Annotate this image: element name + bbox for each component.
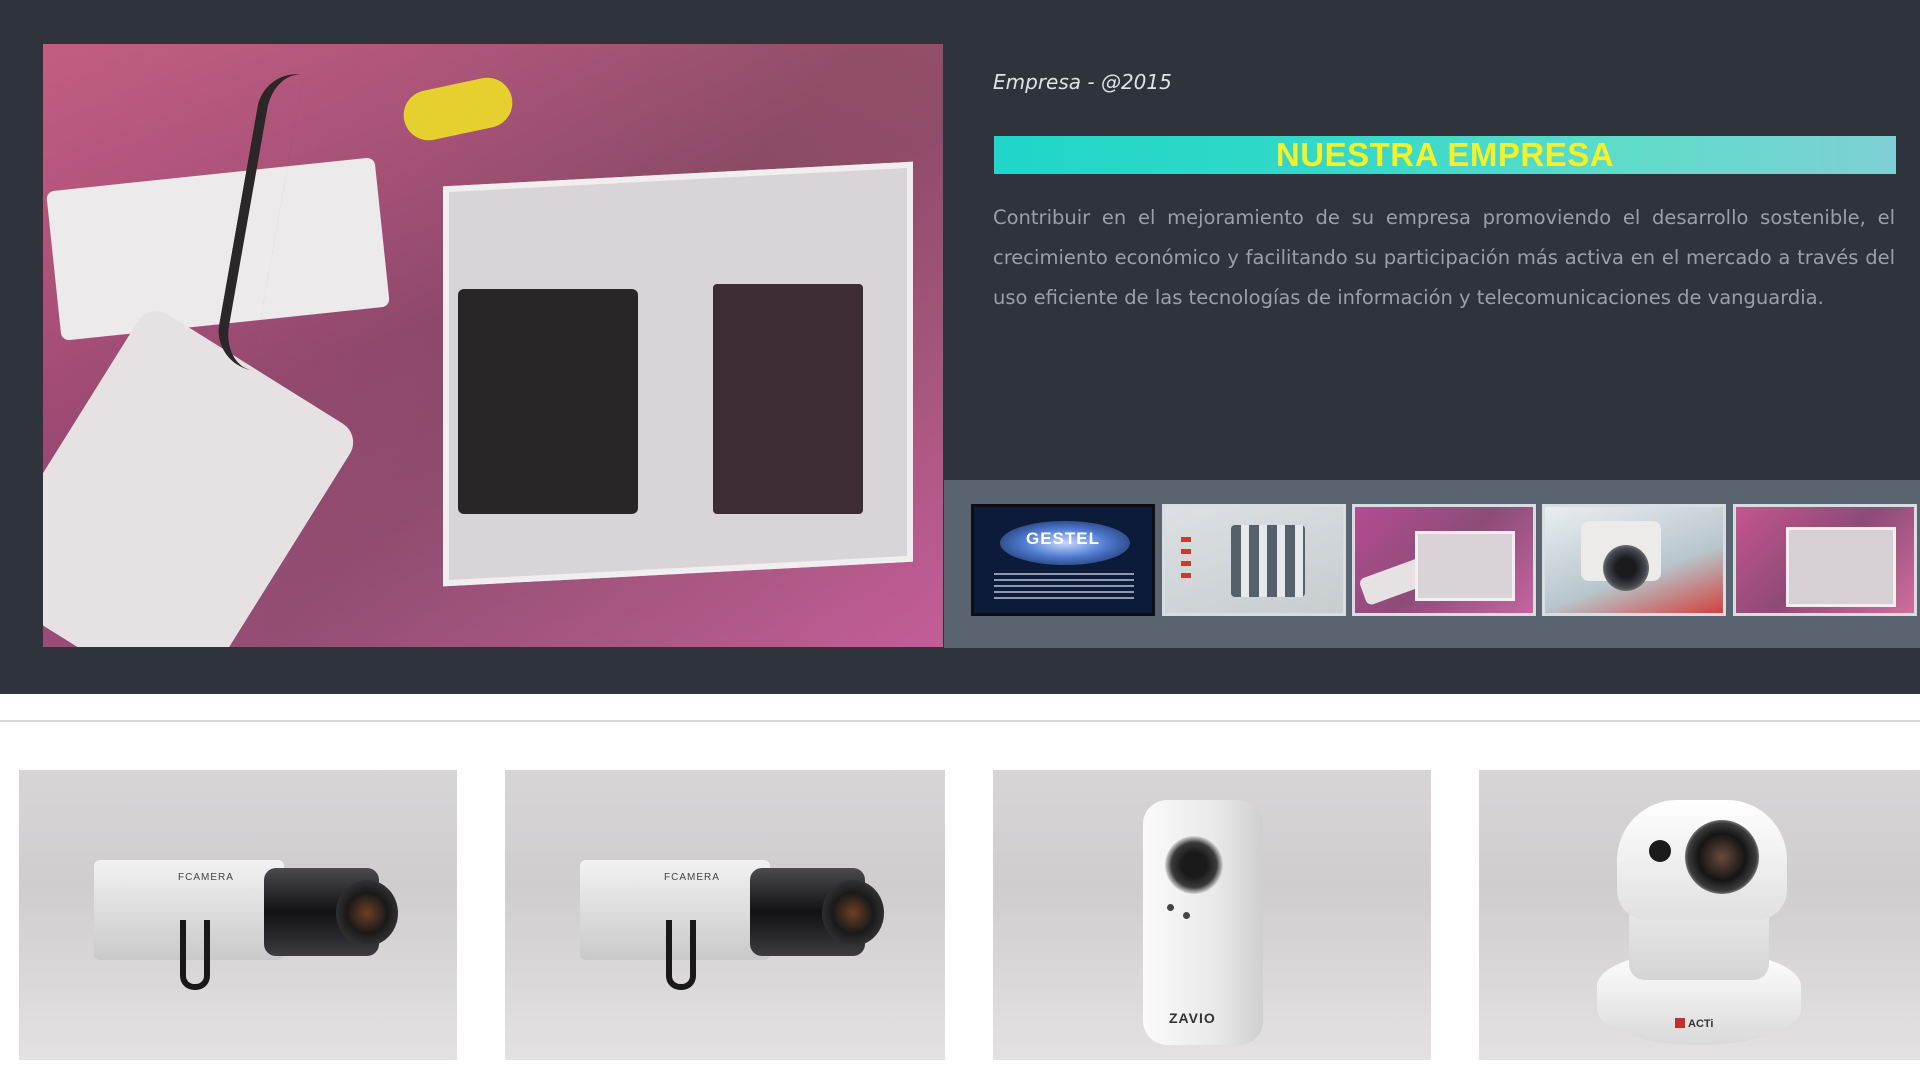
camera-lens-icon <box>1603 545 1649 591</box>
section-kicker: Empresa - @2015 <box>993 70 1172 94</box>
camera-lens-front <box>822 880 884 946</box>
status-led <box>1183 912 1190 919</box>
gestel-logo-text: GESTEL <box>1025 529 1100 548</box>
camera-brand: ACTi <box>1675 1018 1713 1030</box>
keypad-icon <box>1231 525 1305 597</box>
box-camera-icon: FCAMERA <box>580 850 884 990</box>
keypad-led-icon <box>1181 537 1191 583</box>
thumbnail-alarm-keypad[interactable] <box>1162 504 1346 616</box>
section-divider <box>0 720 1920 722</box>
section-title-bar: NUESTRA EMPRESA <box>994 136 1896 174</box>
thumbnail-gestel-logo[interactable]: GESTEL <box>971 504 1155 616</box>
about-section: Empresa - @2015 NUESTRA EMPRESA Contribu… <box>0 0 1920 694</box>
box-camera-icon: FCAMERA <box>94 850 398 990</box>
camera-lens <box>1685 820 1759 894</box>
panel-box-icon <box>1415 531 1515 601</box>
camera-label: FCAMERA <box>664 872 720 883</box>
camera-lens-front <box>336 880 398 946</box>
logo-tagline-lines <box>994 573 1134 599</box>
thumbnail-alarm-panel-wiring[interactable] <box>1352 504 1536 616</box>
camera-cable <box>666 920 696 990</box>
ptz-camera-icon: ACTi <box>1589 800 1809 1050</box>
featured-photo <box>43 44 943 647</box>
section-description: Contribuir en el mejoramiento de su empr… <box>993 206 1895 309</box>
cube-camera-icon: ZAVIO <box>1143 800 1273 1045</box>
status-led <box>1167 904 1174 911</box>
camera-lens <box>1165 836 1223 894</box>
camera-brand-text: ACTi <box>1688 1018 1714 1030</box>
thumbnail-alarm-panel-wiring-2[interactable] <box>1733 504 1917 616</box>
section-title: NUESTRA EMPRESA <box>1275 136 1615 173</box>
product-card-box-camera-2[interactable]: FCAMERA <box>505 770 945 1060</box>
circuit-board <box>713 284 863 514</box>
product-card-cube-camera[interactable]: ZAVIO <box>993 770 1431 1060</box>
camera-cable <box>180 920 210 990</box>
product-card-box-camera-1[interactable]: FCAMERA <box>19 770 457 1060</box>
product-card-ptz-camera[interactable]: ACTi <box>1479 770 1920 1060</box>
camera-label: FCAMERA <box>178 872 234 883</box>
panel-box-icon <box>1786 527 1896 607</box>
brand-logo-icon <box>1675 1018 1685 1028</box>
thumbnail-strip: GESTEL <box>944 480 1920 648</box>
backup-battery <box>458 289 638 514</box>
ir-sensor <box>1649 840 1671 862</box>
thumbnail-ptz-camera[interactable] <box>1542 504 1726 616</box>
camera-brand: ZAVIO <box>1169 1010 1216 1026</box>
